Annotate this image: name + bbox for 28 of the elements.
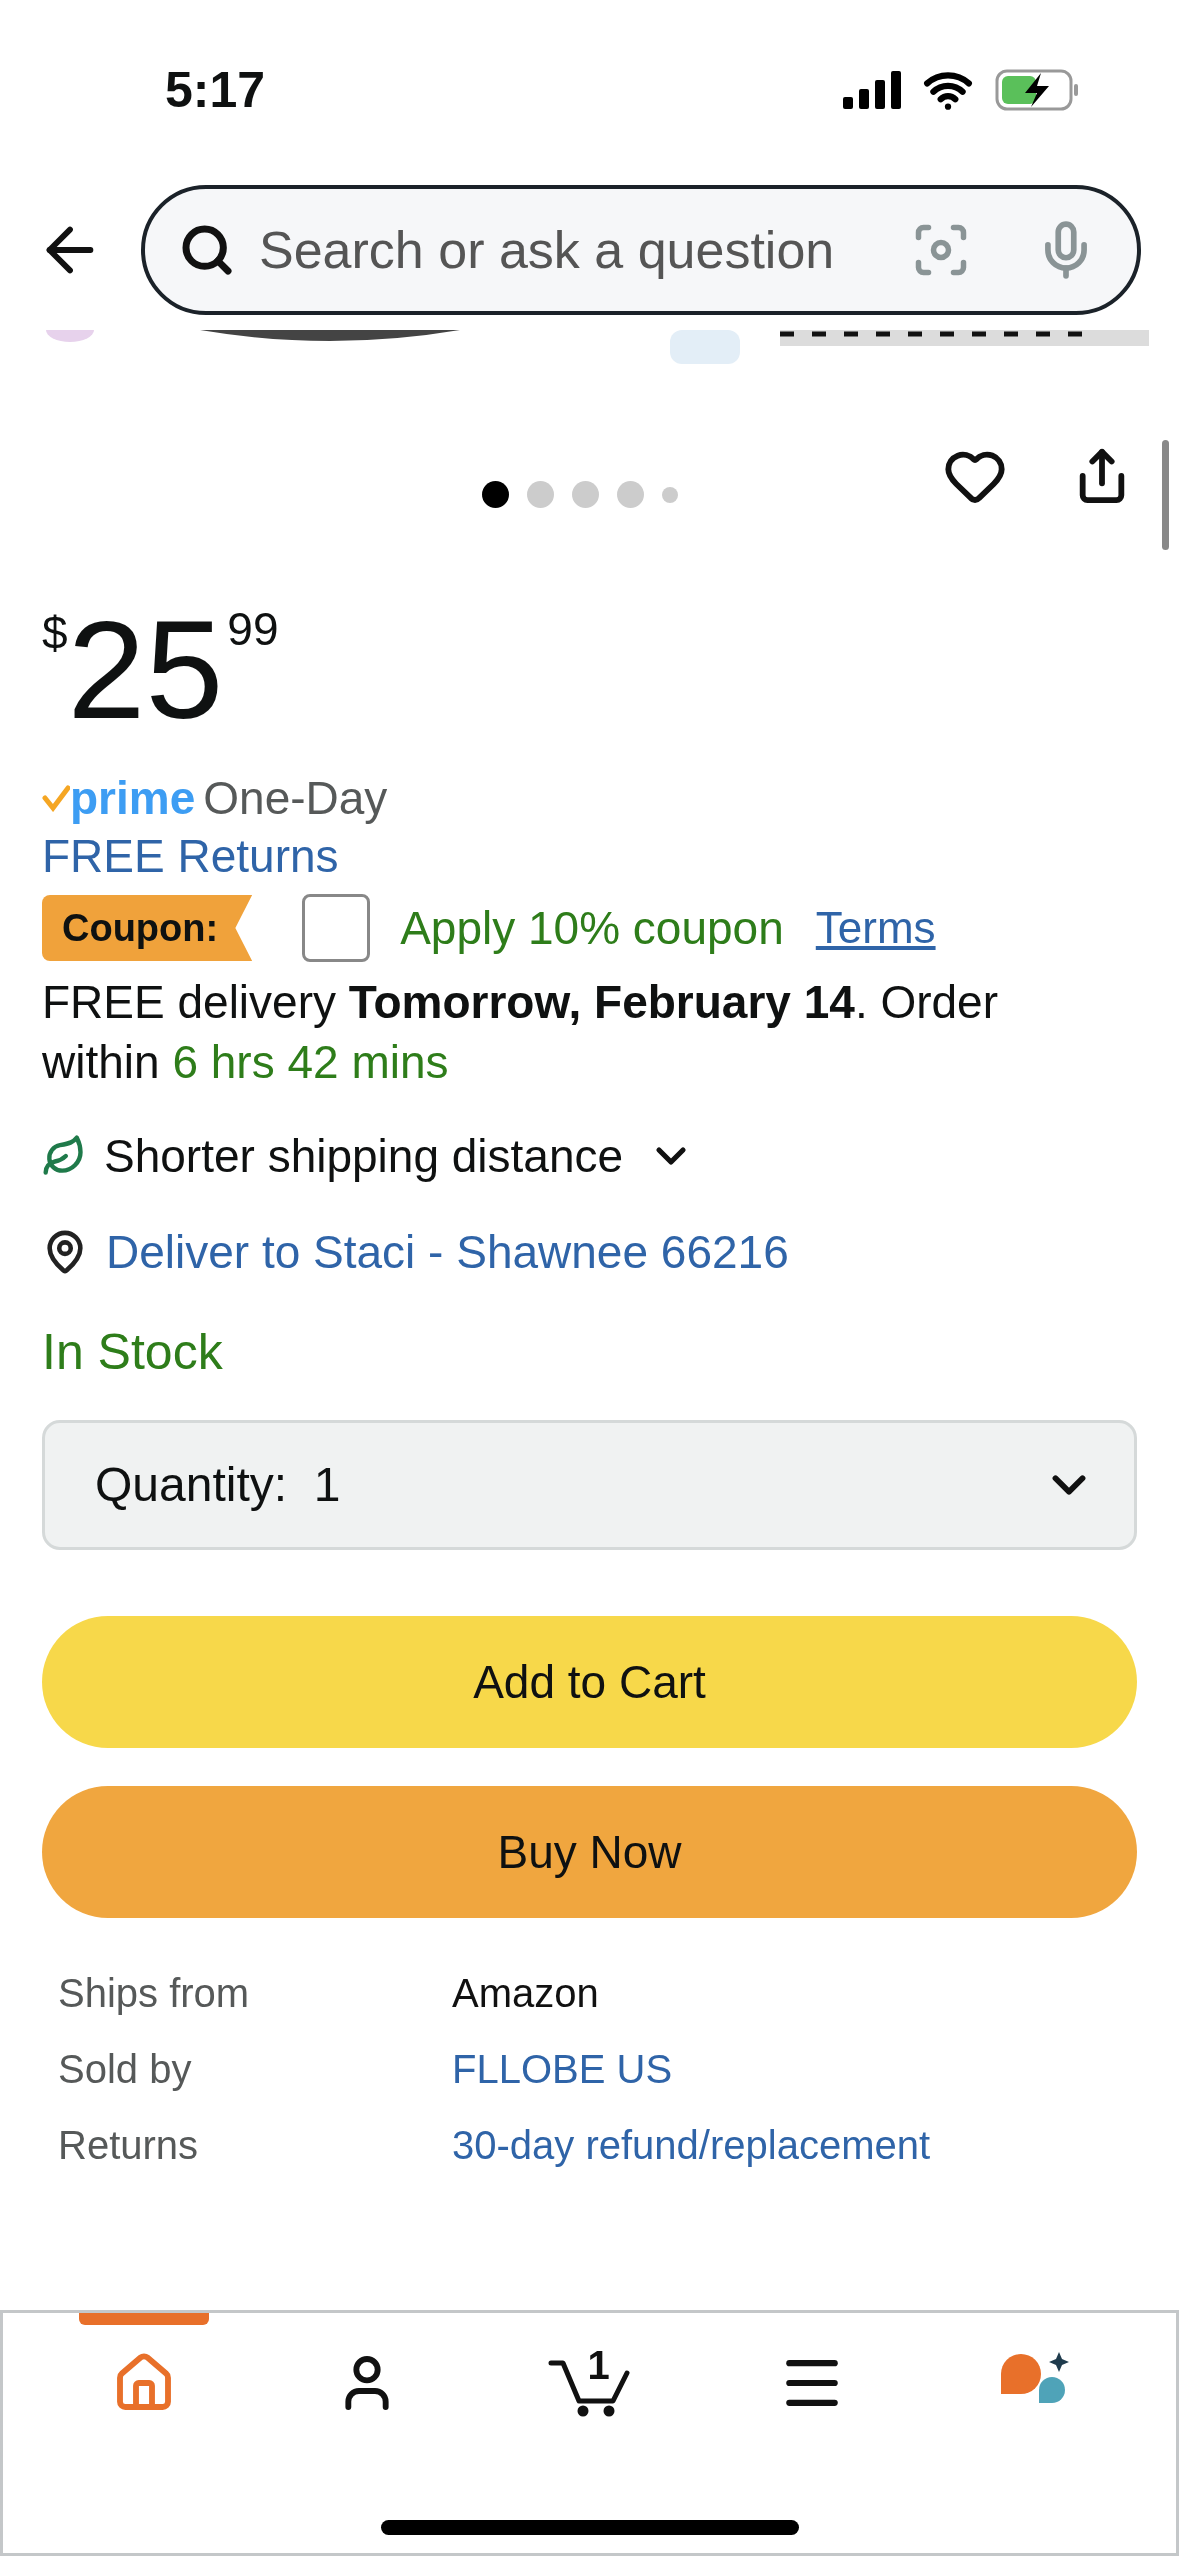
check-icon [42, 784, 70, 812]
detail-label: Sold by [58, 2046, 193, 2093]
detail-label: Ships from [58, 1970, 251, 2017]
coupon-text: Apply 10% coupon [400, 900, 784, 956]
shipping-note[interactable]: Shorter shipping distance [104, 1121, 624, 1191]
detail-value: Amazon [452, 1970, 599, 2017]
leaf-icon [42, 1134, 86, 1178]
battery-charging-icon [995, 69, 1079, 111]
cart-count: 1 [587, 2342, 610, 2389]
coupon-badge: Coupon: [42, 895, 253, 961]
signal-icon [843, 71, 901, 109]
prime-speed: One-Day [203, 770, 388, 826]
quantity-value: Quantity: 1 [95, 1457, 341, 1513]
terms-link[interactable]: Terms [815, 895, 936, 961]
free-returns-link[interactable]: FREE Returns [42, 826, 339, 886]
detail-link[interactable]: FLLOBE US [452, 2038, 673, 2100]
add-to-cart-button[interactable]: Add to Cart [42, 1616, 1137, 1748]
stock-status: In Stock [42, 1323, 224, 1382]
quantity-dropdown[interactable]: Quantity: 1 [42, 1420, 1137, 1550]
deliver-to-link[interactable]: Deliver to Staci - Shawnee 66216 [106, 1217, 789, 1287]
buy-now-button[interactable]: Buy Now [42, 1786, 1137, 1918]
delivery-text: FREE delivery Tomorrow, February 14. Order within 6 hrs 42 mins [42, 975, 1000, 1090]
detail-label: Returns [58, 2122, 200, 2169]
search-field[interactable]: Search or ask a question [141, 185, 1141, 315]
status-time: 5:17 [165, 60, 266, 120]
search-placeholder: Search or ask a question [259, 220, 836, 281]
coupon-checkbox[interactable] [302, 894, 371, 962]
detail-link[interactable]: 30-day refund/replacement [452, 2114, 931, 2176]
